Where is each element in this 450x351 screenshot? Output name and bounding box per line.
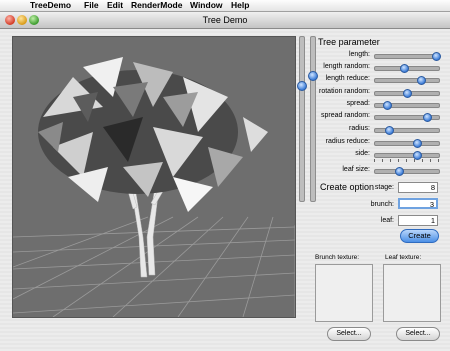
leaf-texture-select-button[interactable]: Select... bbox=[396, 327, 440, 341]
create-button[interactable]: Create bbox=[400, 229, 439, 243]
length-random-label: length random: bbox=[323, 63, 370, 70]
radius-slider[interactable] bbox=[374, 126, 440, 135]
tree-parameter-title: Tree parameter bbox=[318, 37, 380, 47]
length-slider[interactable] bbox=[374, 52, 441, 61]
spread-slider-knob[interactable] bbox=[382, 101, 392, 110]
side-slider[interactable] bbox=[374, 151, 440, 160]
vertical-slider-left[interactable] bbox=[297, 36, 307, 202]
brunch-input[interactable]: 3 bbox=[398, 198, 438, 209]
length-reduce-slider-knob[interactable] bbox=[417, 76, 427, 85]
brunch-texture-select-button[interactable]: Select... bbox=[327, 327, 371, 341]
spread-label: spread: bbox=[346, 100, 370, 107]
window-title: Tree Demo bbox=[202, 15, 248, 25]
menu-app-name[interactable]: TreeDemo bbox=[30, 0, 71, 11]
vertical-slider-right[interactable] bbox=[308, 36, 318, 202]
rotation-random-label: rotation random: bbox=[319, 88, 370, 95]
leaf-texture-preview bbox=[383, 264, 441, 322]
spread-slider[interactable] bbox=[374, 101, 440, 110]
brunch-texture-label: Brunch texture: bbox=[315, 254, 360, 261]
length-random-slider-knob[interactable] bbox=[399, 64, 409, 73]
brunch-texture-preview bbox=[315, 264, 373, 322]
leaf-texture-label: Leaf texture: bbox=[385, 254, 422, 261]
menu-window[interactable]: Window bbox=[190, 0, 223, 11]
menu-file[interactable]: File bbox=[84, 0, 99, 11]
radius-reduce-slider-knob[interactable] bbox=[412, 139, 422, 148]
spread-random-slider[interactable] bbox=[374, 113, 440, 122]
brunch-label: brunch: bbox=[370, 201, 394, 208]
radius-reduce-slider[interactable] bbox=[374, 139, 440, 148]
length-reduce-slider[interactable] bbox=[374, 76, 440, 85]
window-titlebar: Tree Demo bbox=[0, 12, 450, 29]
length-label: length: bbox=[348, 51, 370, 58]
stage-label: stage: bbox=[374, 184, 394, 191]
leaf-size-label: leaf size: bbox=[342, 166, 370, 173]
length-random-slider[interactable] bbox=[374, 64, 440, 73]
menu-edit[interactable]: Edit bbox=[107, 0, 123, 11]
menu-rendermode[interactable]: RenderMode bbox=[131, 0, 182, 11]
tree-foliage bbox=[38, 57, 268, 212]
menu-help[interactable]: Help bbox=[231, 0, 249, 11]
tree-render bbox=[13, 57, 295, 317]
radius-slider-knob[interactable] bbox=[385, 126, 395, 135]
radius-reduce-label: radius reduce: bbox=[325, 138, 370, 145]
rotation-random-slider-knob[interactable] bbox=[403, 89, 412, 98]
side-slider-ticks bbox=[374, 159, 440, 162]
radius-label: radius: bbox=[348, 125, 370, 132]
leaf-input[interactable]: 1 bbox=[398, 215, 438, 226]
side-label: side: bbox=[355, 150, 370, 157]
spread-random-label: spread random: bbox=[320, 112, 370, 119]
rotation-random-slider[interactable] bbox=[374, 89, 440, 98]
render-viewport[interactable] bbox=[12, 36, 296, 318]
length-reduce-label: length reduce: bbox=[325, 75, 370, 82]
leaf-label: leaf: bbox=[380, 217, 394, 224]
menu-bar: TreeDemo File Edit RenderMode Window Hel… bbox=[0, 0, 450, 12]
stage-input[interactable]: 8 bbox=[398, 182, 438, 193]
length-slider-knob[interactable] bbox=[431, 52, 441, 61]
leaf-size-slider[interactable] bbox=[374, 167, 440, 176]
